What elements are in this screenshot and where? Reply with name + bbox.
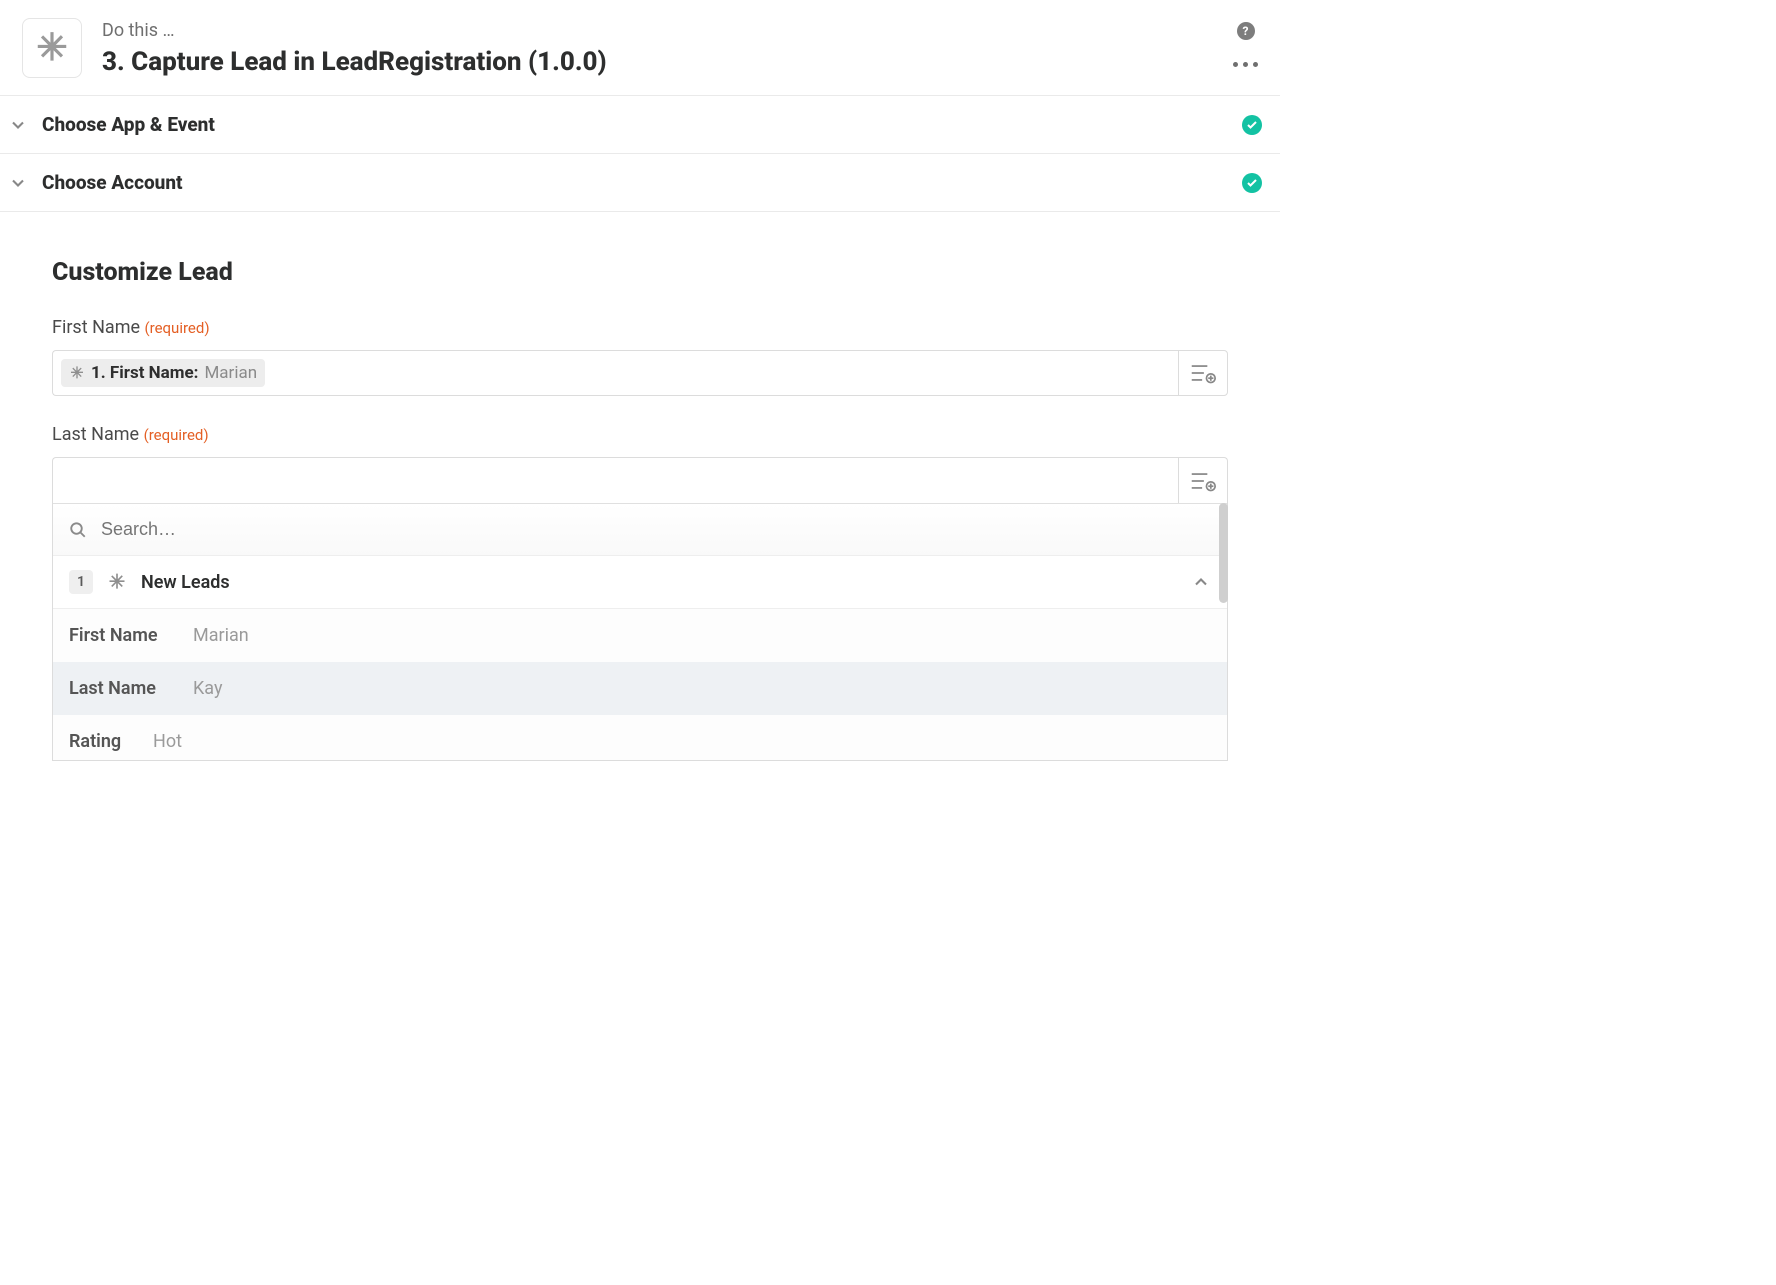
option-value: Marian bbox=[193, 625, 249, 646]
mapped-value-pill[interactable]: 1. First Name: Marian bbox=[61, 359, 265, 387]
app-logo-box bbox=[22, 18, 82, 78]
status-complete-icon bbox=[1242, 115, 1262, 135]
status-complete-icon bbox=[1242, 173, 1262, 193]
label-text: Last Name bbox=[52, 424, 139, 445]
customize-form: Customize Lead First Name (required) 1. … bbox=[0, 212, 1280, 761]
section-title: Choose App & Event bbox=[42, 113, 215, 136]
first-name-input[interactable]: 1. First Name: Marian bbox=[52, 350, 1178, 396]
dropdown-scrollbar[interactable] bbox=[1219, 503, 1228, 603]
dropdown-search-input[interactable] bbox=[99, 518, 1211, 541]
step-header: Do this … 3. Capture Lead in LeadRegistr… bbox=[0, 0, 1280, 96]
pill-value: Marian bbox=[204, 363, 257, 383]
option-key: Rating bbox=[69, 731, 129, 752]
step-title: 3. Capture Lead in LeadRegistration (1.0… bbox=[102, 47, 607, 77]
step-number-badge: 1 bbox=[69, 570, 93, 594]
last-name-input-row bbox=[52, 457, 1228, 503]
source-label: New Leads bbox=[141, 572, 230, 593]
zapier-asterisk-icon bbox=[107, 572, 127, 592]
more-menu-icon[interactable] bbox=[1233, 62, 1258, 67]
first-name-input-row: 1. First Name: Marian bbox=[52, 350, 1228, 396]
dropdown-option-rating[interactable]: Rating Hot bbox=[53, 715, 1227, 760]
option-value: Kay bbox=[193, 678, 222, 699]
section-choose-app-event[interactable]: Choose App & Event bbox=[0, 95, 1280, 154]
label-text: First Name bbox=[52, 317, 140, 338]
pill-key: 1. First Name: bbox=[91, 363, 198, 383]
step-pretitle: Do this … bbox=[102, 20, 607, 41]
chevron-down-icon bbox=[8, 173, 28, 193]
insert-data-button[interactable] bbox=[1178, 457, 1228, 503]
zapier-asterisk-icon bbox=[33, 29, 71, 67]
dropdown-option-first-name[interactable]: First Name Marian bbox=[53, 609, 1227, 662]
dropdown-source-row[interactable]: 1 New Leads bbox=[53, 556, 1227, 609]
dropdown-option-last-name[interactable]: Last Name Kay bbox=[53, 662, 1227, 715]
last-name-input[interactable] bbox=[52, 457, 1178, 503]
section-choose-account[interactable]: Choose Account bbox=[0, 153, 1280, 212]
search-icon bbox=[69, 521, 87, 539]
insert-data-button[interactable] bbox=[1178, 350, 1228, 396]
option-key: First Name bbox=[69, 625, 169, 646]
last-name-label: Last Name (required) bbox=[52, 424, 1228, 445]
chevron-down-icon bbox=[8, 115, 28, 135]
field-source-dropdown: 1 New Leads First Name Marian Last Name … bbox=[52, 503, 1228, 761]
chevron-up-icon bbox=[1191, 572, 1211, 592]
first-name-label: First Name (required) bbox=[52, 317, 1228, 338]
option-value: Hot bbox=[153, 731, 182, 752]
option-key: Last Name bbox=[69, 678, 169, 699]
required-badge: (required) bbox=[145, 319, 210, 337]
form-heading: Customize Lead bbox=[52, 258, 1228, 287]
help-icon[interactable]: ? bbox=[1237, 22, 1255, 40]
required-badge: (required) bbox=[144, 426, 209, 444]
section-title: Choose Account bbox=[42, 171, 183, 194]
dropdown-search-row bbox=[53, 503, 1227, 556]
zapier-asterisk-icon bbox=[69, 365, 85, 381]
